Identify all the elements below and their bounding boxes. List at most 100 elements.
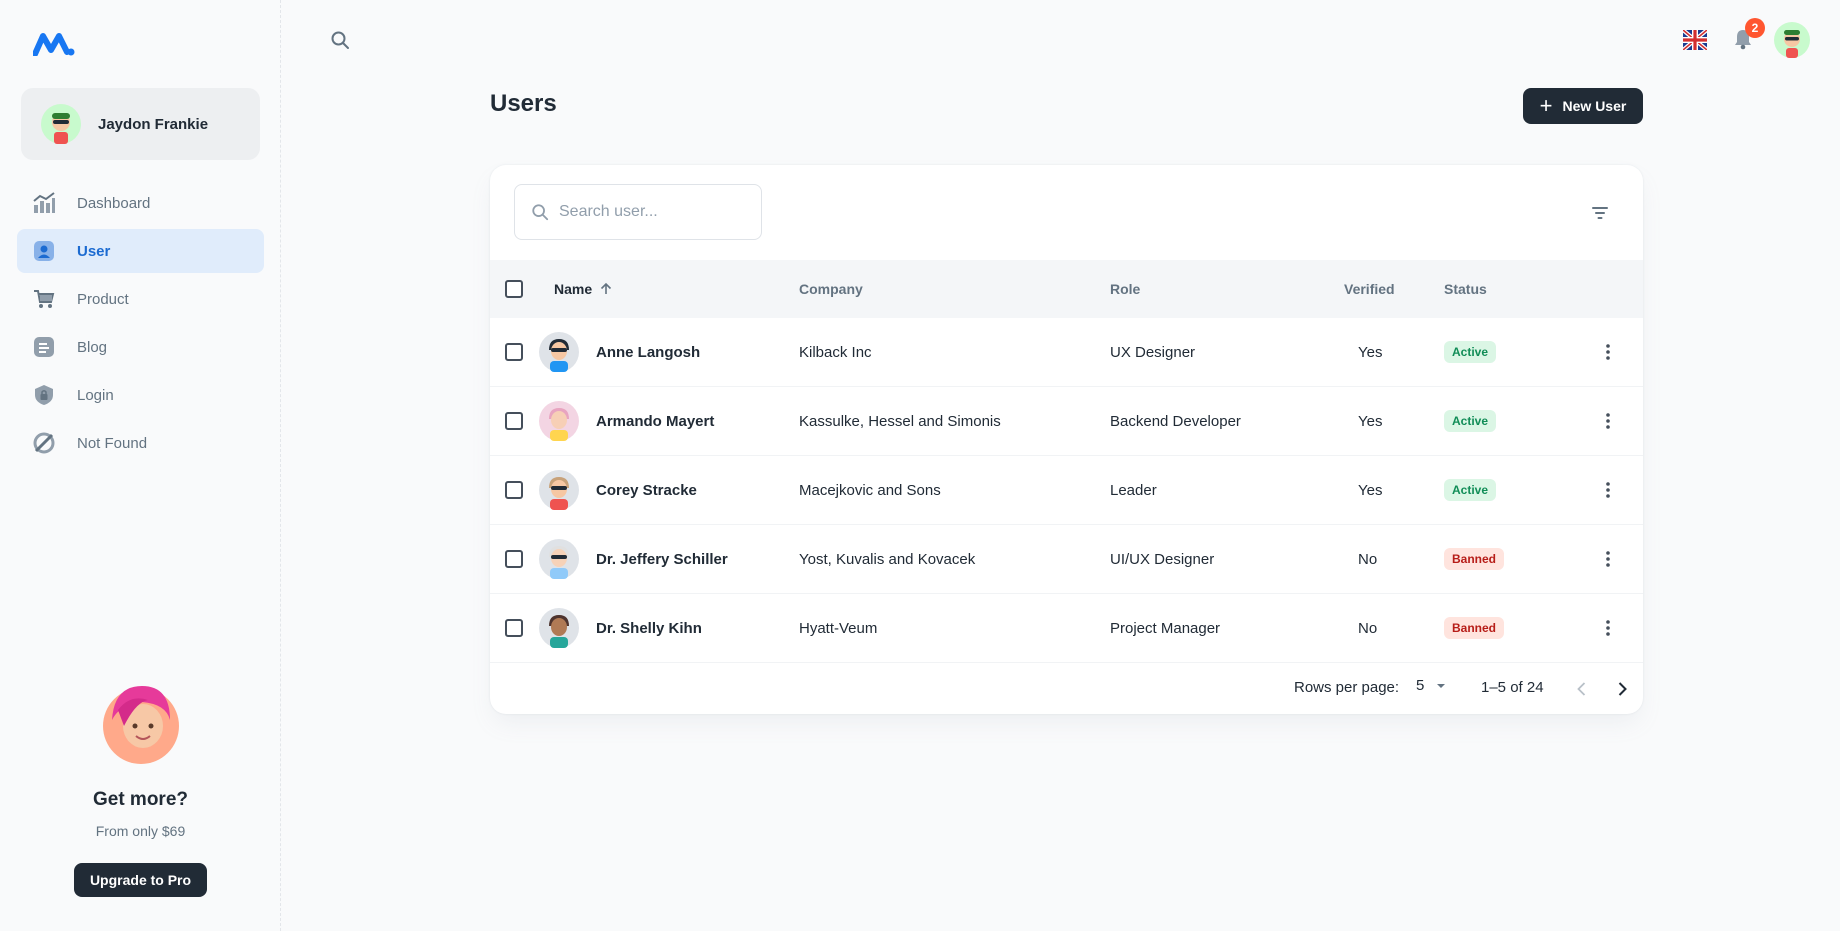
user-role: Backend Developer [1110,412,1241,430]
sidebar-item-product[interactable]: Product [17,277,264,321]
user-company: Kassulke, Hessel and Simonis [799,412,1001,430]
avatar [539,539,579,579]
search-input[interactable] [559,203,749,221]
pagination-range: 1–5 of 24 [1481,679,1544,696]
caret-down-icon [1437,683,1446,688]
more-vertical-icon[interactable] [1598,411,1618,431]
column-verified-header[interactable]: Verified [1344,260,1395,318]
rows-per-page-select[interactable]: 5 [1416,677,1448,694]
row-checkbox[interactable] [505,412,523,430]
upgrade-button[interactable]: Upgrade to Pro [73,863,208,897]
column-status-header[interactable]: Status [1444,260,1487,318]
sidebar-item-label: Dashboard [77,194,151,212]
row-checkbox[interactable] [505,550,523,568]
user-role: Project Manager [1110,619,1221,637]
table-header: Name Company Role Verified Status [490,260,1643,318]
table-row[interactable]: Corey Stracke Macejkovic and Sons Leader… [490,456,1643,525]
user-name: Dr. Jeffery Schiller [596,550,728,568]
new-user-label: New User [1562,98,1627,114]
user-company: Macejkovic and Sons [799,481,941,499]
sidebar-item-label: Blog [77,338,108,356]
status-badge: Banned [1444,617,1505,639]
chevron-left-icon[interactable] [1572,679,1592,699]
promo-subtitle: From only $69 [95,823,186,839]
more-vertical-icon[interactable] [1598,549,1618,569]
sidebar-item-login[interactable]: Login [17,373,264,417]
user-verified: No [1358,619,1378,637]
status-badge: Active [1444,410,1497,432]
more-vertical-icon[interactable] [1598,342,1618,362]
disabled-icon [33,432,55,454]
analytics-icon [33,192,55,214]
user-verified: Yes [1358,343,1383,361]
notification-badge: 2 [1745,18,1765,38]
user-name: Dr. Shelly Kihn [596,619,702,637]
sidebar-item-user[interactable]: User [17,229,264,273]
row-checkbox[interactable] [505,481,523,499]
column-label: Name [554,281,593,297]
avatar [539,401,579,441]
sidebar-item-not-found[interactable]: Not Found [17,421,264,465]
chevron-right-icon[interactable] [1612,679,1632,699]
user-verified: Yes [1358,412,1383,430]
table-row[interactable]: Dr. Shelly Kihn Hyatt-Veum Project Manag… [490,594,1643,663]
status-badge: Active [1444,341,1497,363]
search-icon [532,204,549,221]
user-role: UI/UX Designer [1110,550,1215,568]
logo-icon[interactable] [33,32,75,56]
select-all-checkbox[interactable] [505,280,523,298]
column-name-header[interactable]: Name [554,260,614,318]
rows-per-page-label: Rows per page: [1294,679,1400,696]
user-name: Anne Langosh [596,343,701,361]
avatar[interactable] [1774,22,1810,58]
column-role-header[interactable]: Role [1110,260,1140,318]
blog-icon [33,336,55,358]
sort-arrow-up-icon [601,282,612,294]
avatar [539,470,579,510]
row-checkbox[interactable] [505,619,523,637]
row-checkbox[interactable] [505,343,523,361]
lock-icon [33,384,55,406]
user-verified: No [1358,550,1378,568]
more-vertical-icon[interactable] [1598,480,1618,500]
sidebar: Jaydon Frankie Dashboard User Product Bl… [0,0,281,931]
search-icon[interactable] [330,30,350,50]
sidebar-item-label: Not Found [77,434,148,452]
user-role: Leader [1110,481,1157,499]
sidebar-item-label: Product [77,290,129,308]
column-company-header[interactable]: Company [799,260,863,318]
promo-title: Get more? [92,789,189,810]
cart-icon [33,288,55,310]
sidebar-item-label: User [77,242,111,260]
avatar [539,608,579,648]
avatar [539,332,579,372]
user-company: Yost, Kuvalis and Kovacek [799,550,976,568]
user-name: Armando Mayert [596,412,715,430]
table-row[interactable]: Dr. Jeffery Schiller Yost, Kuvalis and K… [490,525,1643,594]
status-badge: Active [1444,479,1497,501]
sidebar-nav: Dashboard User Product Blog Login Not Fo… [17,181,264,469]
table-row[interactable]: Armando Mayert Kassulke, Hessel and Simo… [490,387,1643,456]
filter-icon[interactable] [1590,203,1610,223]
user-name: Corey Stracke [596,481,697,499]
uk-flag-icon[interactable] [1683,30,1707,50]
user-verified: Yes [1358,481,1383,499]
search-field[interactable] [514,184,762,240]
pagination: Rows per page: 5 1–5 of 24 [490,664,1643,714]
new-user-button[interactable]: + New User [1523,88,1643,124]
status-badge: Banned [1444,548,1505,570]
upgrade-promo: Get more? From only $69 Upgrade to Pro [0,680,281,897]
users-table-card: Name Company Role Verified Status Anne L… [490,165,1643,714]
promo-illustration [102,686,179,764]
user-icon [33,240,55,262]
sidebar-item-blog[interactable]: Blog [17,325,264,369]
sidebar-item-dashboard[interactable]: Dashboard [17,181,264,225]
more-vertical-icon[interactable] [1598,618,1618,638]
table-row[interactable]: Anne Langosh Kilback Inc UX Designer Yes… [490,318,1643,387]
plus-icon: + [1539,93,1553,118]
avatar [41,104,81,144]
user-company: Hyatt-Veum [799,619,878,637]
account-card[interactable]: Jaydon Frankie [21,88,260,160]
rows-per-page-value: 5 [1416,677,1425,694]
user-role: UX Designer [1110,343,1196,361]
